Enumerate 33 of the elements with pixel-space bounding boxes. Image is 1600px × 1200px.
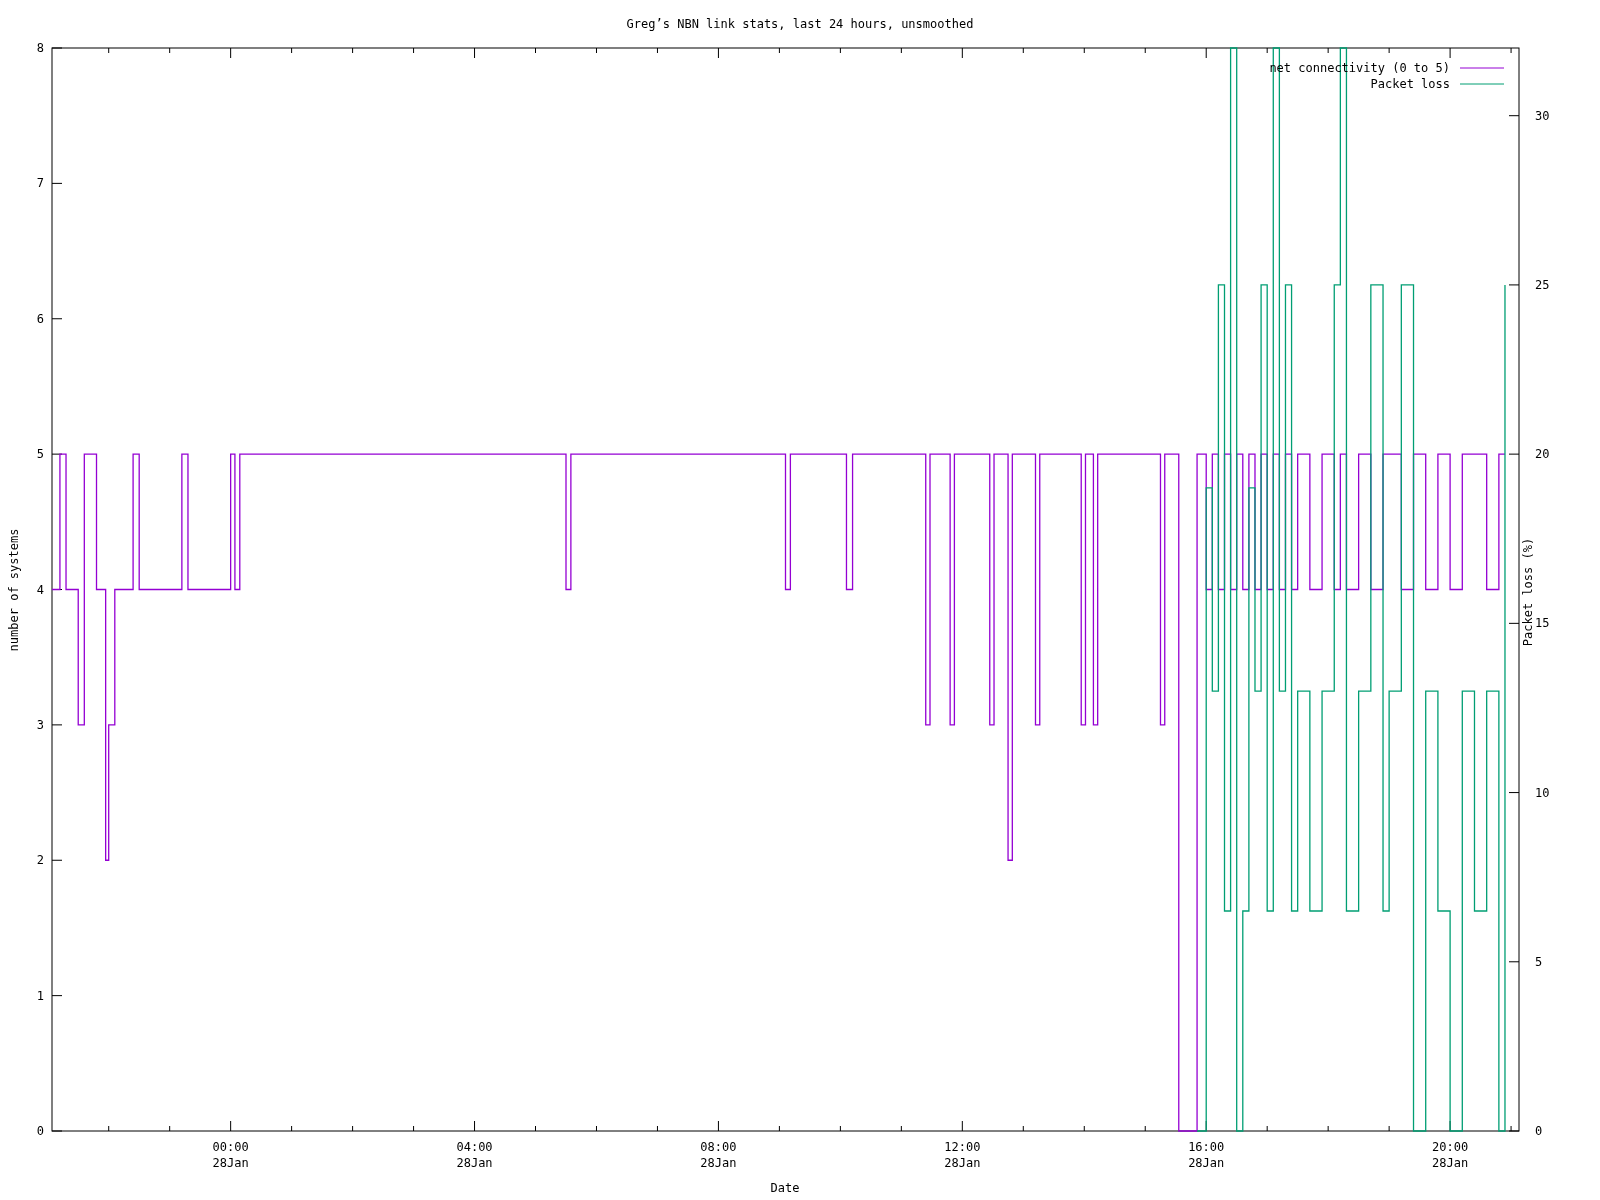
axis-tick-label: 30 [1535, 108, 1550, 123]
axis-tick-label: 28Jan [1188, 1156, 1225, 1170]
axis-tick-label: 08:00 [700, 1140, 737, 1154]
axis-tick-label: 1 [36, 988, 44, 1003]
axis-tick-label: 20 [1535, 447, 1550, 462]
axis-tick-label: 28Jan [212, 1156, 249, 1170]
axis-tick-label: 00:00 [212, 1140, 249, 1154]
axis-tick-label: 16:00 [1188, 1140, 1225, 1154]
axis-tick-label: 28Jan [944, 1156, 981, 1170]
y-axis-label: Packet loss (%) [1521, 537, 1535, 647]
axis-tick-label: 10 [1535, 785, 1550, 800]
axis-tick-label: 0 [36, 1124, 44, 1138]
axis-tick-label: 15 [1535, 616, 1550, 631]
axis-tick-label: 6 [36, 311, 44, 326]
x-axis-label: Date [770, 1181, 800, 1195]
axis-tick-label: 4 [36, 582, 44, 597]
axis-tick-label: 28Jan [456, 1156, 493, 1170]
axis-tick-label: 2 [36, 853, 44, 868]
axis-tick-label: 20:00 [1432, 1140, 1469, 1154]
axis-tick-label: 0 [1535, 1124, 1543, 1138]
axis-tick-label: 28Jan [1432, 1156, 1469, 1170]
axis-tick-label: 04:00 [456, 1140, 493, 1154]
legend-label: Packet loss [1370, 77, 1450, 91]
y-axis-label: number of systems [7, 528, 21, 652]
axis-tick-label: 5 [1535, 954, 1543, 969]
axis-tick-label: 3 [36, 717, 44, 732]
chart-title: Greg’s NBN link stats, last 24 hours, unsmoothed [626, 17, 974, 31]
axis-tick-label: 8 [36, 41, 44, 55]
axis-tick-label: 28Jan [700, 1156, 737, 1170]
axis-tick-label: 12:00 [944, 1140, 981, 1154]
axis-tick-label: 7 [36, 176, 44, 191]
axis-tick-label: 5 [36, 447, 44, 462]
axis-tick-label: 25 [1535, 277, 1550, 292]
